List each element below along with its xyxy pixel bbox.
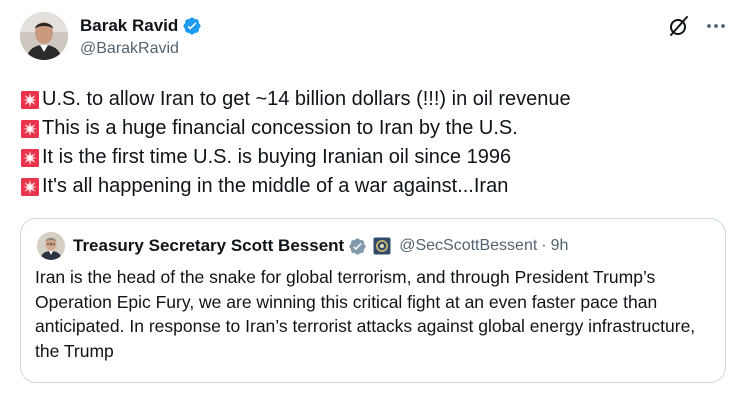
quoted-author-display-name[interactable]: Treasury Secretary Scott Bessent — [73, 236, 344, 256]
more-icon[interactable] — [705, 15, 727, 37]
top-actions — [667, 14, 727, 38]
grok-icon[interactable] — [667, 14, 691, 38]
author-display-name[interactable]: Barak Ravid — [80, 16, 178, 36]
gray-verified-badge-icon[interactable] — [348, 237, 367, 256]
tweet-header: Barak Ravid @BarakRavid — [20, 12, 202, 60]
quoted-author-avatar[interactable] — [37, 232, 65, 260]
police-light-emoji-icon — [20, 119, 40, 139]
tweet-line-text: It's all happening in the middle of a wa… — [42, 175, 509, 197]
tweet-text: U.S. to allow Iran to get ~14 billion do… — [20, 85, 571, 201]
quoted-tweet-time[interactable]: 9h — [551, 237, 569, 255]
quoted-tweet[interactable]: Treasury Secretary Scott Bessent @SecSco… — [20, 218, 726, 383]
author-info: Barak Ravid @BarakRavid — [80, 15, 202, 58]
police-light-emoji-icon — [20, 90, 40, 110]
government-seal-icon[interactable] — [373, 237, 391, 255]
author-avatar[interactable] — [20, 12, 68, 60]
quoted-tweet-text: Iran is the head of the snake for global… — [35, 267, 696, 361]
tweet-line-text: It is the first time U.S. is buying Iran… — [42, 146, 512, 168]
police-light-emoji-icon — [20, 177, 40, 197]
tweet-line-text: This is a huge financial concession to I… — [42, 117, 518, 139]
separator-dot: · — [541, 237, 547, 254]
quoted-tweet-header: Treasury Secretary Scott Bessent @SecSco… — [35, 232, 711, 260]
tweet-line: It is the first time U.S. is buying Iran… — [20, 143, 571, 172]
tweet-line: This is a huge financial concession to I… — [20, 114, 571, 143]
tweet-line: U.S. to allow Iran to get ~14 billion do… — [20, 85, 571, 114]
quoted-author-handle[interactable]: @SecScottBessent — [399, 237, 537, 255]
author-name-row: Barak Ravid — [80, 15, 202, 37]
tweet-card: Barak Ravid @BarakRavid U.S. to allow Ir… — [0, 0, 745, 403]
author-handle[interactable]: @BarakRavid — [80, 40, 202, 58]
tweet-line-text: U.S. to allow Iran to get ~14 billion do… — [42, 88, 571, 110]
police-light-emoji-icon — [20, 148, 40, 168]
verified-badge-icon[interactable] — [182, 16, 202, 36]
tweet-line: It's all happening in the middle of a wa… — [20, 172, 571, 201]
